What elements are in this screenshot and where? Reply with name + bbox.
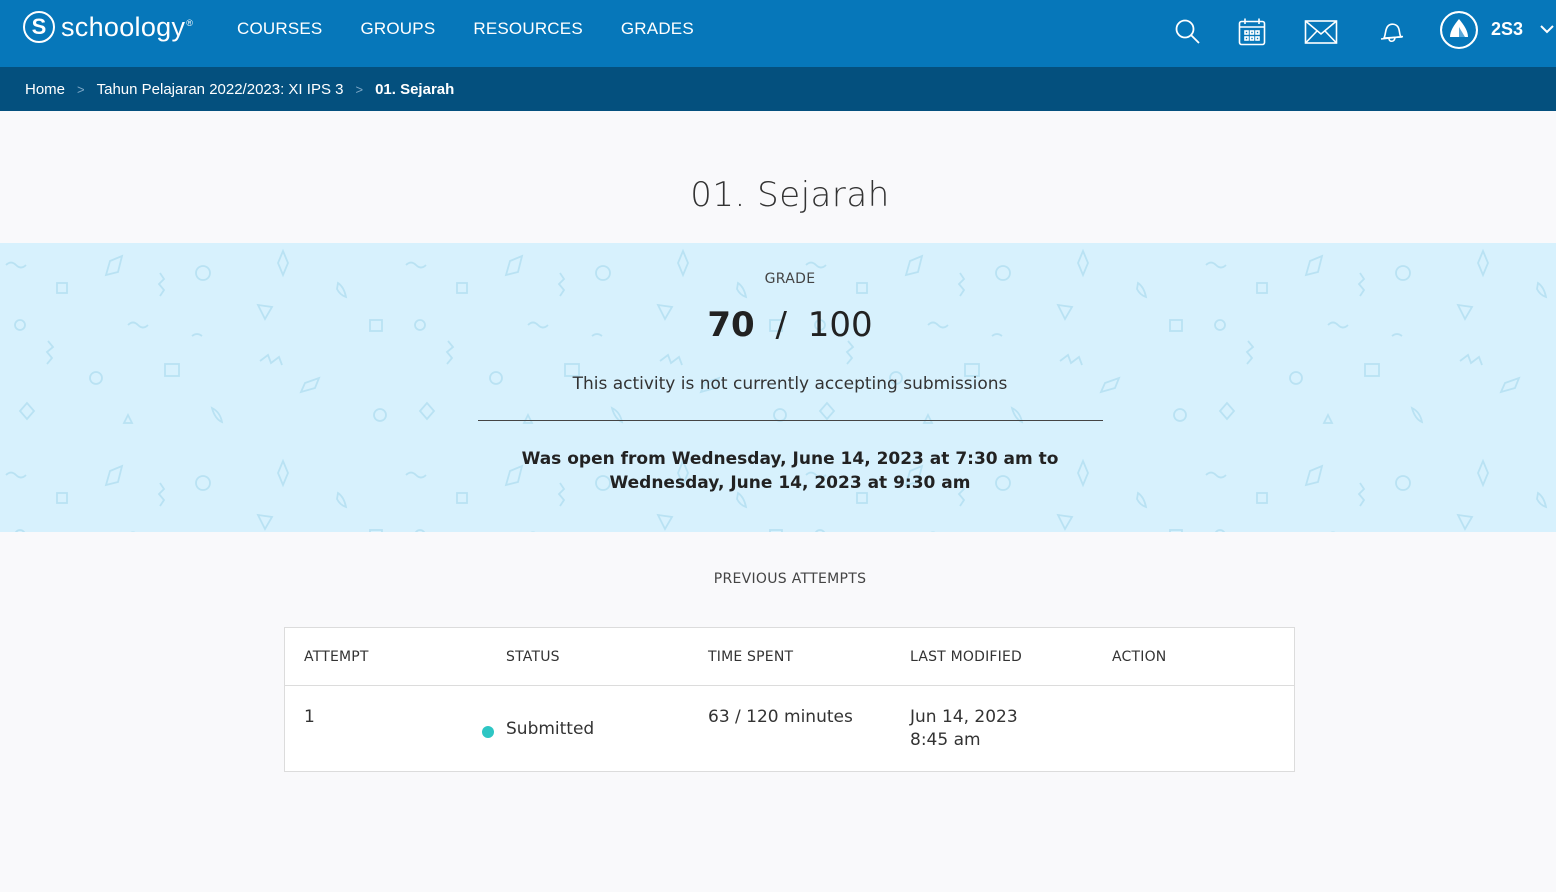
open-period-line-1: Was open from Wednesday, June 14, 2023 a… <box>521 449 1059 469</box>
attempt-status: Submitted <box>506 719 595 739</box>
breadcrumb-course[interactable]: Tahun Pelajaran 2022/2023: XI IPS 3 <box>97 81 344 98</box>
previous-attempts-heading: PREVIOUS ATTEMPTS <box>713 571 867 587</box>
grade-total: 100 <box>807 305 873 345</box>
status-dot <box>482 726 494 738</box>
breadcrumb-current: 01. Sejarah <box>375 80 455 98</box>
table-header: ATTEMPT STATUS TIME SPENT LAST MODIFIED … <box>285 628 1294 686</box>
grade-label: GRADE <box>764 271 816 287</box>
grade-score: 70 <box>707 305 755 345</box>
breadcrumb-home[interactable]: Home <box>25 81 65 98</box>
user-avatar[interactable] <box>1440 11 1478 49</box>
column-header-last-modified: LAST MODIFIED <box>910 649 1023 665</box>
attempt-number: 1 <box>304 707 315 727</box>
attempt-modified-time: 8:45 am <box>910 730 981 750</box>
column-header-status: STATUS <box>506 649 560 665</box>
divider <box>478 420 1103 421</box>
mail-icon[interactable] <box>1303 14 1339 50</box>
open-period-line-2: Wednesday, June 14, 2023 at 9:30 am <box>609 473 971 493</box>
breadcrumb-separator: > <box>355 81 364 97</box>
column-header-attempt: ATTEMPT <box>304 649 369 665</box>
column-header-action: ACTION <box>1112 649 1167 665</box>
top-navigation: S schoology® COURSES GROUPS RESOURCES GR… <box>0 0 1556 67</box>
chevron-down-icon[interactable] <box>1538 20 1556 42</box>
username[interactable]: 2S3 <box>1491 19 1523 40</box>
attempt-modified-date: Jun 14, 2023 <box>910 707 1018 727</box>
grade-summary: GRADE 70 / 100 This activity is not curr… <box>0 243 1556 532</box>
attempts-table: ATTEMPT STATUS TIME SPENT LAST MODIFIED … <box>284 627 1295 772</box>
open-period: Was open from Wednesday, June 14, 2023 a… <box>0 447 1556 495</box>
calendar-icon[interactable] <box>1234 14 1270 50</box>
page-title: 01. Sejarah <box>690 175 890 215</box>
column-header-time-spent: TIME SPENT <box>708 649 794 665</box>
breadcrumb: Home > Tahun Pelajaran 2022/2023: XI IPS… <box>0 67 1556 111</box>
grade-separator: / <box>775 305 787 345</box>
search-icon[interactable] <box>1170 14 1206 50</box>
attempt-time-spent: 63 / 120 minutes <box>708 707 853 727</box>
breadcrumb-separator: > <box>77 81 85 97</box>
notifications-icon[interactable] <box>1373 14 1409 50</box>
grade-value: 70 / 100 <box>0 305 1556 345</box>
submission-status-note: This activity is not currently accepting… <box>572 374 1008 394</box>
